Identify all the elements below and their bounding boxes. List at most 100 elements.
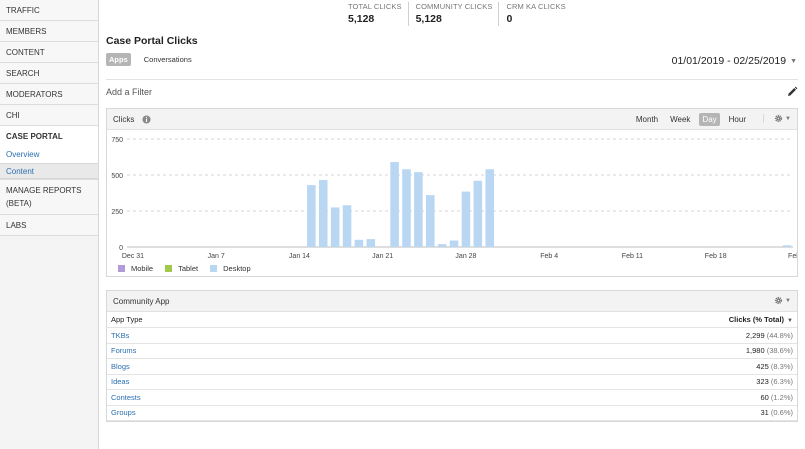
chart-bar: [782, 245, 792, 247]
sort-desc-icon: ▼: [787, 318, 793, 324]
chart-bar: [390, 162, 399, 247]
clicks-value: 31: [760, 408, 769, 418]
x-tick-label: Feb 25: [788, 253, 797, 260]
page-title: Case Portal Clicks: [106, 35, 198, 47]
clicks-percent: (1.2%): [770, 392, 793, 402]
clicks-percent: (8.3%): [770, 361, 793, 371]
table-row: Contests 60 (1.2%): [107, 389, 797, 406]
table-row: Ideas 323 (6.3%): [107, 374, 797, 390]
chevron-down-icon: ▼: [790, 57, 797, 65]
table-row: Forums 1,980 (38.6%): [107, 343, 797, 359]
table-panel-header: Community App ▼: [107, 291, 797, 312]
chart-bar: [342, 205, 352, 247]
sidebar-subitem-content[interactable]: Content: [0, 163, 98, 179]
stat-crm-ka-clicks: CRM KA CLICKS 0: [498, 2, 571, 26]
sidebar: TRAFFIC MEMBERS CONTENT SEARCH MODERATOR…: [0, 0, 99, 449]
clicks-percent: (0.6%): [770, 408, 793, 418]
sidebar-item-search[interactable]: SEARCH: [0, 63, 98, 84]
info-icon[interactable]: [142, 114, 151, 124]
chevron-down-icon: ▼: [785, 297, 791, 304]
granularity-day[interactable]: Day: [699, 113, 720, 126]
chart-bar: [414, 172, 423, 247]
clicks-chart-panel: Clicks Month Week Day Hour ▼ 750 500 250…: [106, 108, 798, 277]
chart-settings-menu[interactable]: ▼: [763, 114, 791, 123]
table-settings-menu[interactable]: ▼: [764, 296, 791, 305]
date-range-value: 01/01/2019 - 02/25/2019: [671, 55, 787, 67]
clicks-value: 2,299: [745, 330, 765, 340]
chart-panel-title: Clicks: [113, 114, 135, 124]
column-header-app-type[interactable]: App Type: [107, 312, 352, 328]
chart-panel-header: Clicks Month Week Day Hour ▼: [107, 109, 797, 130]
granularity-selector: Month Week Day Hour: [627, 113, 749, 126]
legend-item-mobile[interactable]: Mobile: [118, 264, 153, 273]
clicks-bar-chart: 750 500 250 0Dec 31 Jan 7 Jan 14 Jan 21 Jan 28 F…: [111, 137, 797, 260]
chart-bar: [354, 239, 364, 247]
clicks-value: 323: [756, 377, 769, 387]
legend-item-tablet[interactable]: Tablet: [165, 264, 198, 273]
date-range-picker[interactable]: 01/01/2019 - 02/25/2019 ▼: [672, 55, 797, 67]
x-tick-label: Dec 31: [122, 253, 144, 260]
x-tick-label: Feb 4: [540, 253, 558, 260]
sidebar-item-moderators[interactable]: MODERATORS: [0, 84, 98, 105]
chart-legend: Mobile Tablet Desktop: [118, 264, 263, 273]
table-row: TKBs 2,299 (44.8%): [107, 327, 797, 344]
chart-bar: [425, 195, 435, 247]
chart-bar: [473, 180, 483, 247]
app-type-link[interactable]: Forums: [111, 346, 136, 355]
sidebar-item-chi[interactable]: CHI: [0, 105, 98, 126]
y-tick-label: 250: [111, 209, 123, 216]
column-header-clicks-label: Clicks (% Total): [728, 315, 785, 324]
clicks-percent: (38.6%): [766, 346, 793, 356]
sidebar-item-manage-reports[interactable]: MANAGE REPORTS (BETA): [0, 179, 98, 215]
y-tick-label: 750: [111, 137, 123, 144]
granularity-week[interactable]: Week: [667, 113, 693, 126]
x-tick-label: Jan 14: [289, 253, 310, 260]
chevron-down-icon: ▼: [785, 115, 791, 122]
sidebar-subitem-overview[interactable]: Overview: [0, 147, 98, 163]
tab-conversations[interactable]: Conversations: [141, 53, 195, 66]
stats-bar: TOTAL CLICKS 5,128 COMMUNITY CLICKS 5,12…: [341, 2, 572, 26]
app-type-link[interactable]: Contests: [111, 393, 141, 402]
main-content: Case Portal Clicks Apps Conversations 01…: [99, 28, 805, 449]
legend-label: Desktop: [223, 264, 251, 273]
granularity-hour[interactable]: Hour: [726, 113, 749, 126]
y-tick-label: 0: [119, 245, 123, 252]
table-row: Blogs 425 (8.3%): [107, 358, 797, 375]
column-header-clicks[interactable]: Clicks (% Total) ▼: [351, 312, 797, 328]
sidebar-item-content[interactable]: CONTENT: [0, 42, 98, 63]
table-row: Groups 31 (0.6%): [107, 405, 797, 421]
sidebar-item-case-portal[interactable]: CASE PORTAL: [0, 126, 98, 147]
stat-value: 5,128: [348, 13, 375, 25]
chart-bar: [449, 240, 459, 247]
table-panel-title: Community App: [113, 296, 170, 306]
chart-bar: [485, 169, 495, 247]
sidebar-item-members[interactable]: MEMBERS: [0, 21, 98, 42]
app-type-link[interactable]: Blogs: [111, 362, 130, 371]
app-type-link[interactable]: Groups: [111, 408, 136, 417]
add-filter-link[interactable]: Add a Filter: [106, 87, 152, 97]
chart-bar: [402, 169, 411, 247]
legend-label: Mobile: [131, 264, 154, 273]
x-tick-label: Jan 21: [372, 253, 393, 260]
x-tick-label: Feb 18: [705, 253, 727, 260]
sidebar-item-traffic[interactable]: TRAFFIC: [0, 0, 98, 21]
clicks-value: 425: [756, 361, 769, 371]
community-app-table: App Type Clicks (% Total) ▼ TKBs 2,299 (4…: [107, 312, 797, 421]
chart-bar: [307, 185, 316, 247]
tab-apps[interactable]: Apps: [106, 53, 131, 66]
legend-label: Tablet: [178, 264, 199, 273]
stat-community-clicks: COMMUNITY CLICKS 5,128: [407, 2, 499, 26]
granularity-month[interactable]: Month: [633, 113, 661, 126]
clicks-percent: (6.3%): [770, 377, 793, 387]
app-type-link[interactable]: TKBs: [111, 331, 129, 340]
app-type-link[interactable]: Ideas: [111, 377, 129, 386]
clicks-value: 60: [760, 392, 769, 402]
pencil-icon[interactable]: [786, 86, 798, 98]
legend-swatch: [118, 265, 125, 272]
sidebar-item-labs[interactable]: LABS: [0, 215, 98, 236]
legend-item-desktop[interactable]: Desktop: [210, 264, 251, 273]
legend-swatch: [165, 265, 173, 272]
clicks-value: 1,980: [745, 346, 765, 356]
chart-bar: [330, 207, 340, 247]
stat-label: TOTAL CLICKS: [348, 2, 402, 11]
